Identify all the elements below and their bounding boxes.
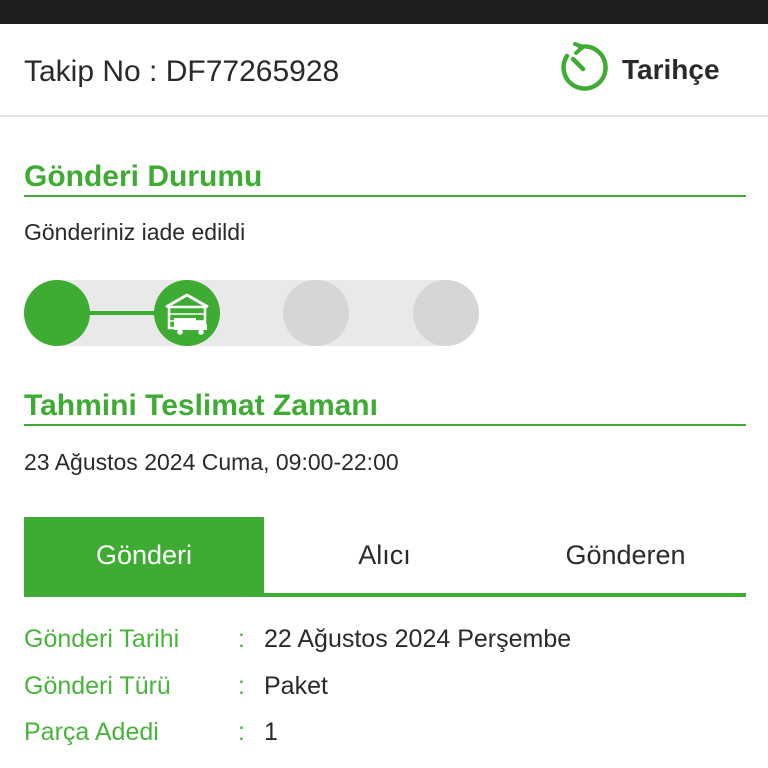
system-status-bar bbox=[0, 0, 768, 24]
info-tabs: Gönderi Alıcı Gönderen bbox=[24, 517, 746, 597]
progress-step-2 bbox=[154, 280, 220, 346]
detail-separator: : bbox=[238, 718, 245, 746]
detail-separator: : bbox=[238, 625, 245, 653]
detail-label: Parça Adedi bbox=[24, 718, 159, 746]
progress-connector bbox=[88, 311, 158, 315]
progress-step-3 bbox=[283, 280, 349, 346]
progress-step-1 bbox=[24, 280, 90, 346]
tab-sender[interactable]: Gönderen bbox=[505, 517, 746, 593]
tab-recipient[interactable]: Alıcı bbox=[264, 517, 505, 593]
detail-value: Paket bbox=[264, 672, 328, 700]
detail-label: Gönderi Türü bbox=[24, 672, 171, 700]
progress-step-4 bbox=[413, 280, 479, 346]
tab-shipment[interactable]: Gönderi bbox=[24, 517, 264, 593]
delivery-estimate-title: Tahmini Teslimat Zamanı bbox=[24, 389, 746, 426]
detail-value: 1 bbox=[264, 718, 278, 746]
history-label: Tarihçe bbox=[622, 54, 720, 85]
detail-label: Gönderi Tarihi bbox=[24, 625, 180, 653]
tracking-number: Takip No : DF77265928 bbox=[24, 55, 340, 88]
detail-value: 22 Ağustos 2024 Perşembe bbox=[264, 625, 572, 653]
detail-separator: : bbox=[238, 672, 245, 700]
shipment-status-message: Gönderiniz iade edildi bbox=[24, 219, 246, 245]
delivery-estimate-text: 23 Ağustos 2024 Cuma, 09:00-22:00 bbox=[24, 449, 399, 475]
clock-history-icon bbox=[556, 41, 608, 99]
shipment-status-title: Gönderi Durumu bbox=[24, 160, 746, 197]
app-header: Takip No : DF77265928 Tarihçe bbox=[0, 24, 768, 117]
history-button[interactable]: Tarihçe bbox=[556, 41, 720, 99]
